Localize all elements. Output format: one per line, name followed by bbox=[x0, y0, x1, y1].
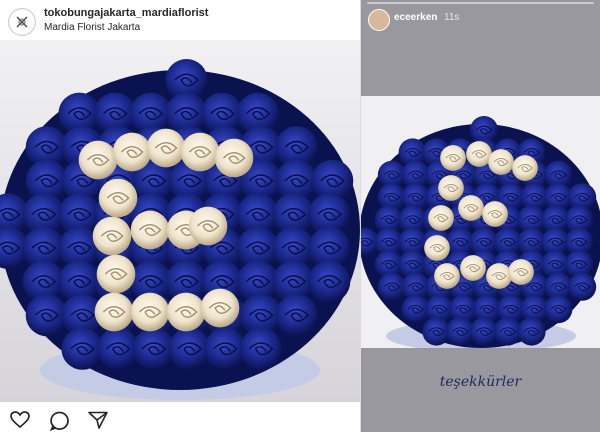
cream-rose bbox=[440, 145, 466, 171]
cream-rose bbox=[130, 292, 170, 332]
cream-rose bbox=[424, 235, 450, 261]
rose-box-photo-repost bbox=[361, 96, 600, 348]
cream-rose bbox=[166, 292, 206, 332]
cream-rose bbox=[486, 263, 512, 289]
cream-rose bbox=[428, 205, 454, 231]
story-photo bbox=[361, 96, 600, 348]
blue-rose bbox=[275, 294, 318, 337]
florist-logo-icon bbox=[10, 10, 34, 34]
cream-rose bbox=[96, 254, 136, 294]
cream-rose bbox=[78, 140, 118, 180]
comment-icon[interactable] bbox=[50, 411, 70, 431]
cream-rose bbox=[200, 288, 240, 328]
cream-rose bbox=[434, 263, 460, 289]
blue-rose bbox=[401, 295, 430, 324]
cream-rose bbox=[460, 255, 486, 281]
cream-rose bbox=[112, 132, 152, 172]
blue-rose bbox=[377, 272, 406, 301]
profile-avatar[interactable] bbox=[8, 8, 36, 36]
share-icon[interactable] bbox=[88, 411, 108, 429]
post-actions bbox=[0, 404, 360, 432]
cream-rose bbox=[92, 216, 132, 256]
cream-rose bbox=[94, 292, 134, 332]
post-location[interactable]: Mardia Florist Jakarta bbox=[44, 22, 140, 33]
cream-rose bbox=[512, 155, 538, 181]
blue-rose bbox=[544, 295, 573, 324]
cream-rose bbox=[458, 195, 484, 221]
blue-rose bbox=[517, 317, 546, 346]
blue-rose bbox=[493, 317, 522, 346]
cream-rose bbox=[508, 259, 534, 285]
blue-rose bbox=[308, 260, 351, 303]
cream-rose bbox=[488, 149, 514, 175]
story-progress-bar bbox=[367, 2, 594, 4]
heart-icon[interactable] bbox=[10, 411, 30, 429]
cream-rose bbox=[438, 175, 464, 201]
blue-rose bbox=[470, 317, 498, 346]
blue-rose bbox=[422, 317, 451, 346]
cream-rose bbox=[180, 132, 220, 172]
cream-rose bbox=[188, 206, 228, 246]
post-header: tokobungajakarta_mardiaflorist Mardia Fl… bbox=[0, 0, 360, 40]
blue-rose bbox=[568, 272, 597, 301]
cream-rose bbox=[466, 141, 492, 167]
blue-rose bbox=[239, 327, 282, 370]
story-caption: teşekkürler bbox=[439, 374, 522, 390]
rose-box-photo bbox=[0, 40, 360, 402]
cream-rose bbox=[146, 128, 186, 168]
cream-rose bbox=[482, 201, 508, 227]
post-photo[interactable] bbox=[0, 40, 360, 402]
story-timestamp: 11s bbox=[444, 12, 460, 23]
instagram-story: eceerken 11s teşekkürler bbox=[361, 0, 600, 432]
cream-rose bbox=[130, 210, 170, 250]
story-username[interactable]: eceerken bbox=[394, 12, 437, 23]
post-username[interactable]: tokobungajakarta_mardiaflorist bbox=[44, 7, 208, 19]
cream-rose bbox=[98, 178, 138, 218]
instagram-post: tokobungajakarta_mardiaflorist Mardia Fl… bbox=[0, 0, 361, 432]
blue-rose bbox=[25, 294, 68, 337]
cream-rose bbox=[214, 138, 254, 178]
story-avatar[interactable] bbox=[368, 9, 390, 31]
